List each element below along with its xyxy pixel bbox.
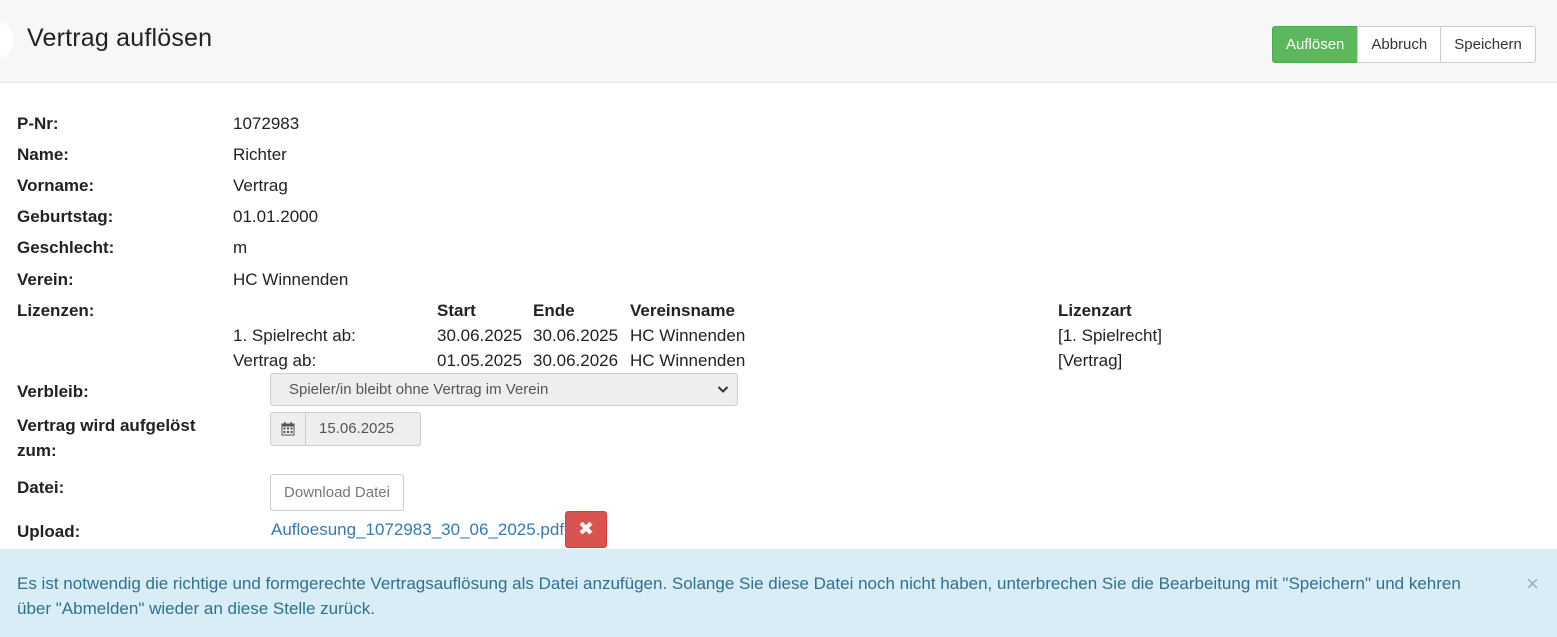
lizenzen-header-ende: Ende (533, 301, 575, 320)
cancel-button[interactable]: Abbruch (1357, 26, 1442, 63)
page-title: Vertrag auflösen (27, 24, 213, 52)
alert-text-line1: Es ist notwendig die richtige und formge… (17, 574, 1461, 593)
vorname-value: Vertrag (233, 176, 288, 195)
name-label: Name: (17, 145, 69, 164)
info-alert: Es ist notwendig die richtige und formge… (0, 549, 1557, 637)
lizenz-row-ende: 30.06.2026 (533, 351, 619, 370)
uploaded-file-link[interactable]: Aufloesung_1072983_30_06_2025.pdf (271, 520, 564, 540)
save-button[interactable]: Speichern (1440, 26, 1536, 63)
verbleib-select[interactable]: Spieler/in bleibt ohne Vertrag im Verein (270, 373, 738, 406)
lizenzen-header-vereinsname: Vereinsname (630, 301, 735, 320)
lizenz-row-art: [1. Spielrecht] (1058, 326, 1162, 345)
verbleib-label: Verbleib: (17, 382, 89, 401)
download-file-button[interactable]: Download Datei (270, 474, 404, 511)
resolve-button[interactable]: Auflösen (1272, 26, 1359, 63)
datei-label: Datei: (17, 478, 65, 497)
delete-upload-button[interactable]: ✖ (565, 511, 607, 548)
aufgeloest-label-line1: Vertrag wird aufgelöst (17, 416, 196, 435)
aufgeloest-label-line2: zum: (17, 441, 57, 460)
alert-text-line2: über "Abmelden" wieder an diese Stelle z… (17, 599, 375, 618)
verbleib-selected-value: Spieler/in bleibt ohne Vertrag im Verein (289, 381, 549, 398)
aufgeloest-date-input[interactable]: 15.06.2025 (306, 413, 394, 445)
lizenzen-header-lizenzart: Lizenzart (1058, 301, 1132, 320)
pnr-label: P-Nr: (17, 114, 59, 133)
lizenz-row-ende: 30.06.2025 (533, 326, 619, 345)
lizenz-row-verein: HC Winnenden (630, 351, 746, 370)
geburtstag-value: 01.01.2000 (233, 207, 319, 226)
name-value: Richter (233, 145, 287, 164)
lizenz-row-art: [Vertrag] (1058, 351, 1123, 370)
geburtstag-label: Geburtstag: (17, 207, 114, 226)
lizenz-row-type: Vertrag ab: (233, 351, 317, 370)
lizenz-row-start: 01.05.2025 (437, 351, 523, 370)
verein-label: Verein: (17, 270, 74, 289)
close-icon[interactable]: × (1526, 571, 1539, 596)
lizenzen-header-start: Start (437, 301, 476, 320)
lizenz-row-start: 30.06.2025 (437, 326, 523, 345)
vorname-label: Vorname: (17, 176, 95, 195)
verein-value: HC Winnenden (233, 270, 349, 289)
upload-label: Upload: (17, 522, 81, 541)
delete-icon: ✖ (578, 519, 594, 540)
aufgeloest-date-picker[interactable]: 15.06.2025 (270, 412, 421, 446)
sidebar-toggle[interactable] (0, 22, 14, 58)
lizenz-row-type: 1. Spielrecht ab: (233, 326, 356, 345)
pnr-value: 1072983 (233, 114, 300, 133)
geschlecht-value: m (233, 238, 248, 257)
calendar-icon[interactable] (271, 413, 306, 445)
lizenz-row-verein: HC Winnenden (630, 326, 746, 345)
geschlecht-label: Geschlecht: (17, 238, 115, 257)
action-button-group: Auflösen Abbruch Speichern (1272, 26, 1536, 63)
lizenzen-label: Lizenzen: (17, 301, 95, 320)
page-header: Vertrag auflösen Auflösen Abbruch Speich… (0, 0, 1557, 83)
chevron-down-icon (717, 374, 729, 416)
